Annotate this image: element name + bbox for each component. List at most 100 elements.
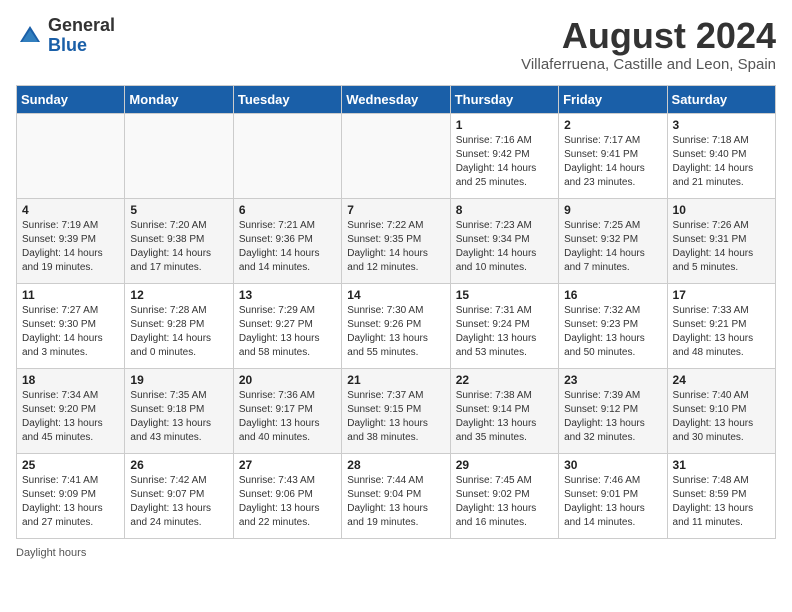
calendar-cell: 12Sunrise: 7:28 AM Sunset: 9:28 PM Dayli… — [125, 283, 233, 368]
header-saturday: Saturday — [667, 85, 775, 113]
day-info: Sunrise: 7:46 AM Sunset: 9:01 PM Dayligh… — [564, 474, 661, 530]
day-info: Sunrise: 7:33 AM Sunset: 9:21 PM Dayligh… — [673, 304, 770, 360]
calendar-cell: 3 Sunrise: 7:18 AM Sunset: 9:40 PM Daylig… — [667, 113, 775, 198]
calendar-cell: 18 Sunrise: 7:34 AM Sunset: 9:20 PM Dayli… — [17, 368, 125, 453]
day-number: 28 — [347, 458, 444, 472]
day-info: Sunrise: 7:25 AM Sunset: 9:32 PM Dayligh… — [564, 219, 661, 275]
daylight-label: Daylight hours — [16, 547, 86, 559]
logo-blue: Blue — [48, 36, 115, 56]
calendar-cell: 2 Sunrise: 7:17 AM Sunset: 9:41 PM Daylig… — [559, 113, 667, 198]
week-row-5: 25Sunrise: 7:41 AM Sunset: 9:09 PM Dayli… — [17, 453, 776, 538]
day-number: 20 — [239, 373, 336, 387]
week-row-2: 4Sunrise: 7:19 AM Sunset: 9:39 PM Daylig… — [17, 198, 776, 283]
day-number: 8 — [456, 203, 553, 217]
day-number: 12 — [130, 288, 227, 302]
day-number: 17 — [673, 288, 770, 302]
day-number: 16 — [564, 288, 661, 302]
calendar-cell: 29Sunrise: 7:45 AM Sunset: 9:02 PM Dayli… — [450, 453, 558, 538]
header-monday: Monday — [125, 85, 233, 113]
day-number: 15 — [456, 288, 553, 302]
day-info: Sunrise: 7:34 AM Sunset: 9:20 PM Dayligh… — [22, 389, 119, 445]
day-info: Sunrise: 7:40 AM Sunset: 9:10 PM Dayligh… — [673, 389, 770, 445]
day-number: 19 — [130, 373, 227, 387]
day-info: Sunrise: 7:44 AM Sunset: 9:04 PM Dayligh… — [347, 474, 444, 530]
calendar-cell: 14 Sunrise: 7:30 AM Sunset: 9:26 PM Dayli… — [342, 283, 450, 368]
calendar-cell — [17, 113, 125, 198]
logo-icon — [16, 22, 44, 50]
calendar-cell: 19 Sunrise: 7:35 AM Sunset: 9:18 PM Dayli… — [125, 368, 233, 453]
calendar-cell: 1 Sunrise: 7:16 AM Sunset: 9:42 PM Daylig… — [450, 113, 558, 198]
calendar-cell: 28 Sunrise: 7:44 AM Sunset: 9:04 PM Dayli… — [342, 453, 450, 538]
day-info: Sunrise: 7:38 AM Sunset: 9:14 PM Dayligh… — [456, 389, 553, 445]
day-number: 3 — [673, 118, 770, 132]
header-wednesday: Wednesday — [342, 85, 450, 113]
day-number: 10 — [673, 203, 770, 217]
calendar-cell: 24 Sunrise: 7:40 AM Sunset: 9:10 PM Dayli… — [667, 368, 775, 453]
day-info: Sunrise: 7:22 AM Sunset: 9:35 PM Dayligh… — [347, 219, 444, 275]
day-info: Sunrise: 7:37 AM Sunset: 9:15 PM Dayligh… — [347, 389, 444, 445]
header-tuesday: Tuesday — [233, 85, 341, 113]
day-info: Sunrise: 7:45 AM Sunset: 9:02 PM Dayligh… — [456, 474, 553, 530]
calendar-cell: 26 Sunrise: 7:42 AM Sunset: 9:07 PM Dayli… — [125, 453, 233, 538]
calendar-cell: 9Sunrise: 7:25 AM Sunset: 9:32 PM Daylig… — [559, 198, 667, 283]
calendar-cell: 8Sunrise: 7:23 AM Sunset: 9:34 PM Daylig… — [450, 198, 558, 283]
day-info: Sunrise: 7:39 AM Sunset: 9:12 PM Dayligh… — [564, 389, 661, 445]
day-info: Sunrise: 7:42 AM Sunset: 9:07 PM Dayligh… — [130, 474, 227, 530]
day-number: 24 — [673, 373, 770, 387]
header-sunday: Sunday — [17, 85, 125, 113]
day-info: Sunrise: 7:19 AM Sunset: 9:39 PM Dayligh… — [22, 219, 119, 275]
day-number: 27 — [239, 458, 336, 472]
day-number: 11 — [22, 288, 119, 302]
logo-general: General — [48, 16, 115, 36]
day-info: Sunrise: 7:35 AM Sunset: 9:18 PM Dayligh… — [130, 389, 227, 445]
day-info: Sunrise: 7:36 AM Sunset: 9:17 PM Dayligh… — [239, 389, 336, 445]
day-number: 2 — [564, 118, 661, 132]
month-title: August 2024 — [521, 16, 776, 56]
calendar-cell — [342, 113, 450, 198]
day-number: 6 — [239, 203, 336, 217]
calendar-cell: 7Sunrise: 7:22 AM Sunset: 9:35 PM Daylig… — [342, 198, 450, 283]
day-number: 18 — [22, 373, 119, 387]
day-info: Sunrise: 7:21 AM Sunset: 9:36 PM Dayligh… — [239, 219, 336, 275]
calendar-cell: 25Sunrise: 7:41 AM Sunset: 9:09 PM Dayli… — [17, 453, 125, 538]
calendar-cell: 27 Sunrise: 7:43 AM Sunset: 9:06 PM Dayli… — [233, 453, 341, 538]
footer: Daylight hours — [16, 547, 776, 559]
logo-text: General Blue — [48, 16, 115, 56]
calendar-cell: 23 Sunrise: 7:39 AM Sunset: 9:12 PM Dayli… — [559, 368, 667, 453]
day-number: 21 — [347, 373, 444, 387]
header-row: SundayMondayTuesdayWednesdayThursdayFrid… — [17, 85, 776, 113]
day-info: Sunrise: 7:29 AM Sunset: 9:27 PM Dayligh… — [239, 304, 336, 360]
calendar-cell: 30Sunrise: 7:46 AM Sunset: 9:01 PM Dayli… — [559, 453, 667, 538]
day-info: Sunrise: 7:48 AM Sunset: 8:59 PM Dayligh… — [673, 474, 770, 530]
day-info: Sunrise: 7:43 AM Sunset: 9:06 PM Dayligh… — [239, 474, 336, 530]
day-number: 23 — [564, 373, 661, 387]
calendar-cell: 5Sunrise: 7:20 AM Sunset: 9:38 PM Daylig… — [125, 198, 233, 283]
calendar-cell: 22 Sunrise: 7:38 AM Sunset: 9:14 PM Dayli… — [450, 368, 558, 453]
calendar-cell: 13Sunrise: 7:29 AM Sunset: 9:27 PM Dayli… — [233, 283, 341, 368]
week-row-3: 11Sunrise: 7:27 AM Sunset: 9:30 PM Dayli… — [17, 283, 776, 368]
calendar-cell: 21 Sunrise: 7:37 AM Sunset: 9:15 PM Dayli… — [342, 368, 450, 453]
day-number: 26 — [130, 458, 227, 472]
day-info: Sunrise: 7:16 AM Sunset: 9:42 PM Dayligh… — [456, 134, 553, 190]
day-info: Sunrise: 7:41 AM Sunset: 9:09 PM Dayligh… — [22, 474, 119, 530]
day-number: 1 — [456, 118, 553, 132]
day-info: Sunrise: 7:18 AM Sunset: 9:40 PM Dayligh… — [673, 134, 770, 190]
day-info: Sunrise: 7:17 AM Sunset: 9:41 PM Dayligh… — [564, 134, 661, 190]
calendar-cell: 20 Sunrise: 7:36 AM Sunset: 9:17 PM Dayli… — [233, 368, 341, 453]
day-number: 22 — [456, 373, 553, 387]
day-number: 31 — [673, 458, 770, 472]
week-row-1: 1 Sunrise: 7:16 AM Sunset: 9:42 PM Daylig… — [17, 113, 776, 198]
header-friday: Friday — [559, 85, 667, 113]
calendar-cell: 4Sunrise: 7:19 AM Sunset: 9:39 PM Daylig… — [17, 198, 125, 283]
calendar-cell — [233, 113, 341, 198]
calendar-cell: 6 Sunrise: 7:21 AM Sunset: 9:36 PM Daylig… — [233, 198, 341, 283]
calendar-cell: 10 Sunrise: 7:26 AM Sunset: 9:31 PM Dayli… — [667, 198, 775, 283]
calendar-cell: 31 Sunrise: 7:48 AM Sunset: 8:59 PM Dayli… — [667, 453, 775, 538]
day-number: 14 — [347, 288, 444, 302]
day-info: Sunrise: 7:32 AM Sunset: 9:23 PM Dayligh… — [564, 304, 661, 360]
day-info: Sunrise: 7:31 AM Sunset: 9:24 PM Dayligh… — [456, 304, 553, 360]
calendar-table: SundayMondayTuesdayWednesdayThursdayFrid… — [16, 85, 776, 539]
calendar-cell: 11Sunrise: 7:27 AM Sunset: 9:30 PM Dayli… — [17, 283, 125, 368]
day-info: Sunrise: 7:30 AM Sunset: 9:26 PM Dayligh… — [347, 304, 444, 360]
day-info: Sunrise: 7:26 AM Sunset: 9:31 PM Dayligh… — [673, 219, 770, 275]
